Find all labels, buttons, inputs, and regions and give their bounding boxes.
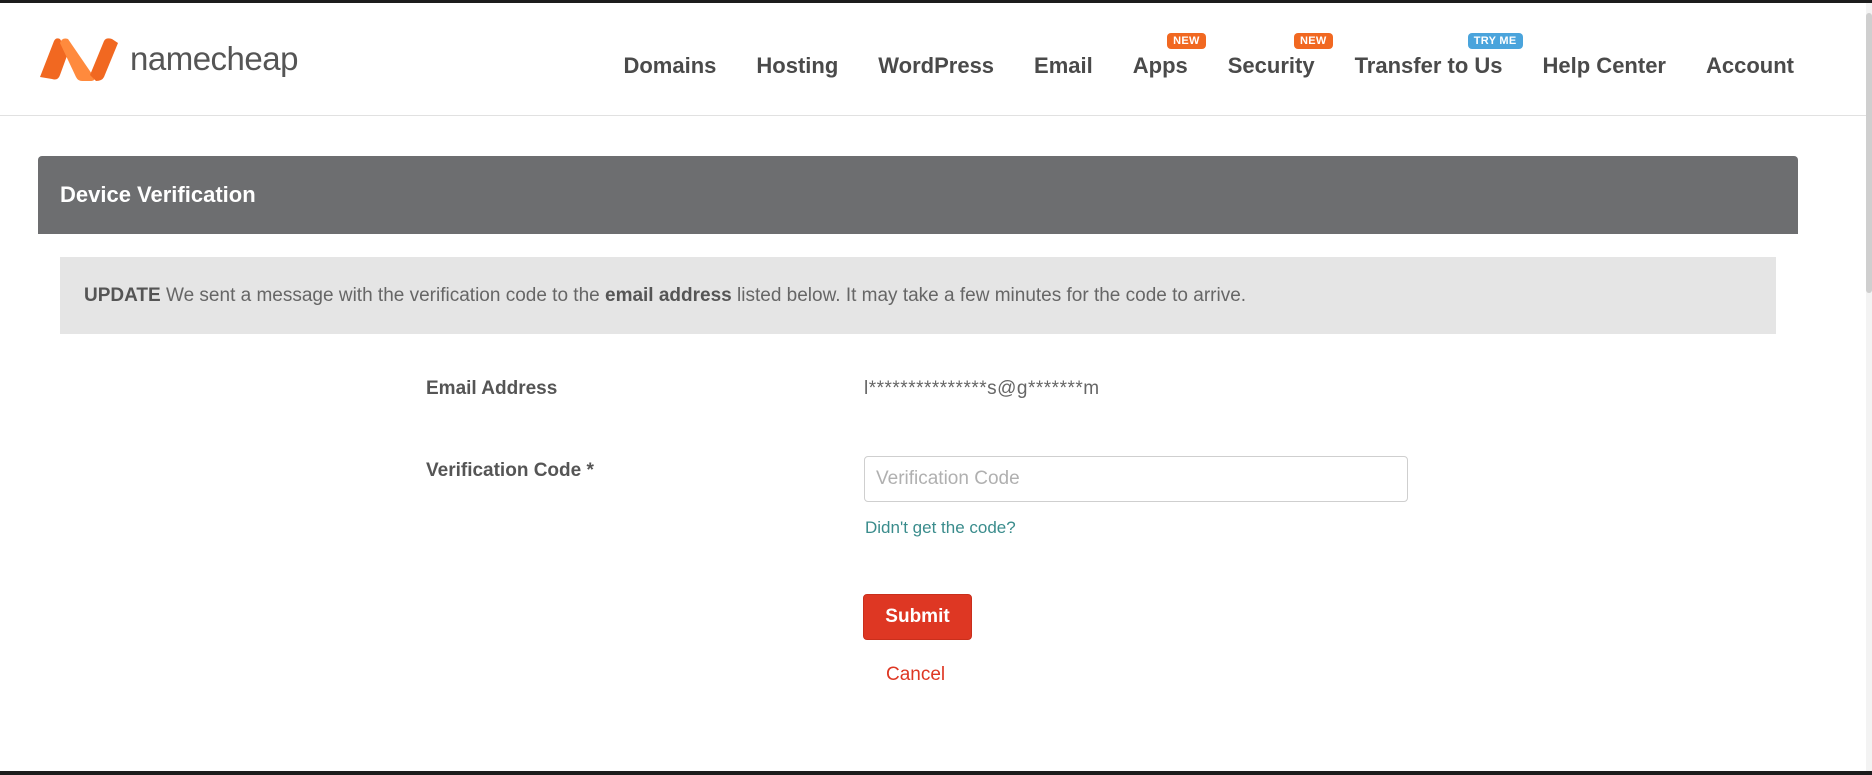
nav-security-label: Security xyxy=(1227,53,1315,78)
verification-code-input[interactable] xyxy=(864,456,1408,502)
didnt-get-code-link[interactable]: Didn't get the code? xyxy=(865,518,1016,538)
nav-wordpress-label: WordPress xyxy=(878,53,995,78)
window-bottom-border xyxy=(0,771,1872,775)
nav-apps-label: Apps xyxy=(1132,53,1188,78)
submit-button[interactable]: Submit xyxy=(863,594,972,640)
cancel-link[interactable]: Cancel xyxy=(886,664,945,686)
nav-transfer-label: Transfer to Us xyxy=(1354,53,1503,78)
nav-help-center-label: Help Center xyxy=(1542,53,1666,78)
main-nav: Domains Hosting WordPress Email Apps NEW… xyxy=(583,33,1794,79)
notice-text: UPDATE We sent a message with the verifi… xyxy=(84,285,1246,307)
site-header: namecheap Domains Hosting WordPress Emai… xyxy=(0,3,1866,116)
nav-transfer[interactable]: Transfer to Us TRY ME xyxy=(1354,33,1523,79)
nav-help-center[interactable]: Help Center xyxy=(1543,53,1666,79)
verification-code-label: Verification Code * xyxy=(426,460,594,481)
nav-hosting-label: Hosting xyxy=(756,53,839,78)
nav-account[interactable]: Account xyxy=(1706,53,1794,79)
nav-security-badge: NEW xyxy=(1294,33,1333,49)
nav-domains[interactable]: Domains xyxy=(623,53,716,79)
scrollbar-track[interactable] xyxy=(1866,3,1872,771)
nav-hosting[interactable]: Hosting xyxy=(756,53,838,79)
update-notice: UPDATE We sent a message with the verifi… xyxy=(60,257,1776,334)
email-address-label: Email Address xyxy=(426,378,558,399)
nav-email-label: Email xyxy=(1034,53,1093,78)
notice-emphasis: email address xyxy=(605,285,732,306)
notice-text-after: listed below. It may take a few minutes … xyxy=(731,285,1247,306)
notice-prefix: UPDATE xyxy=(84,285,161,306)
scrollbar-thumb[interactable] xyxy=(1866,13,1872,293)
nav-domains-label: Domains xyxy=(623,53,717,78)
namecheap-logo-icon xyxy=(40,38,118,81)
device-verification-panel-header: Device Verification xyxy=(38,156,1798,234)
nav-apps[interactable]: Apps NEW xyxy=(1132,33,1206,79)
page-title: Device Verification xyxy=(60,182,256,207)
nav-wordpress[interactable]: WordPress xyxy=(878,53,994,79)
nav-apps-badge: NEW xyxy=(1167,33,1206,49)
logo[interactable]: namecheap xyxy=(38,35,298,83)
nav-account-label: Account xyxy=(1706,53,1794,78)
notice-text-before: We sent a message with the verification … xyxy=(160,285,605,306)
nav-transfer-badge: TRY ME xyxy=(1467,33,1523,49)
email-address-value: l***************s@g*******m xyxy=(864,378,1100,399)
nav-security[interactable]: Security NEW xyxy=(1227,33,1333,79)
nav-email[interactable]: Email xyxy=(1034,53,1093,79)
logo-text: namecheap xyxy=(130,40,298,77)
